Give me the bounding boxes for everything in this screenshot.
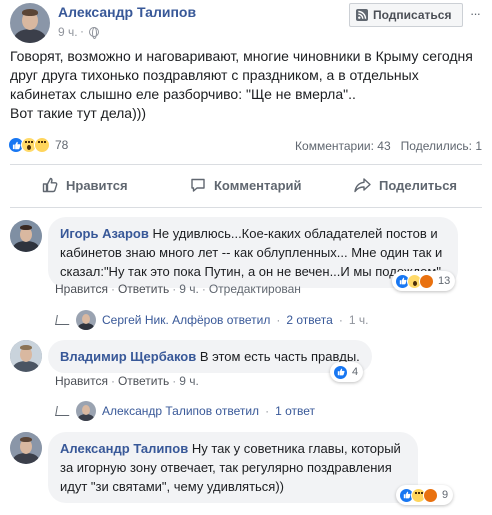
separator-dot: · [80, 24, 84, 38]
like-reaction-icon [333, 364, 348, 380]
post-stats: Комментарии: 43 Поделились: 1 [295, 139, 482, 153]
separator: · [172, 374, 177, 388]
comments-count[interactable]: Комментарии: 43 [295, 139, 391, 153]
comment-like-link[interactable]: Нравится [55, 282, 108, 296]
comment-icon [191, 178, 205, 192]
separator: · [110, 374, 115, 388]
commenter-avatar[interactable] [10, 220, 42, 252]
post-reaction-count: 78 [55, 138, 69, 152]
subscribe-label: Подписаться [373, 8, 452, 22]
post-author-name[interactable]: Александр Талипов [58, 4, 196, 20]
comment-reactions[interactable]: 4 [330, 362, 364, 382]
replies-author: Александр Талипов ответил [102, 404, 260, 418]
comment-bubble: Александр Талипов Ну так у советника гла… [48, 432, 418, 503]
comment-reply-link[interactable]: Ответить [118, 282, 169, 296]
view-replies-link[interactable]: Александр Талипов ответил · 1 ответ [55, 401, 315, 421]
post-timestamp[interactable]: 9 ч. [58, 25, 78, 39]
commenter-name[interactable]: Александр Талипов [60, 441, 188, 456]
separator: · [265, 404, 270, 418]
like-label: Нравится [66, 177, 128, 193]
divider [10, 207, 482, 208]
commenter-avatar[interactable] [10, 340, 42, 372]
comment-time[interactable]: 9 ч. [179, 282, 199, 296]
reply-arrow-icon [55, 315, 71, 325]
angry-reaction-icon [419, 273, 434, 289]
view-replies-link[interactable]: Сергей Ник. Алфёров ответил · 2 ответа ·… [55, 310, 369, 330]
comment-label: Комментарий [214, 177, 302, 193]
comment-button[interactable]: Комментарий [190, 177, 302, 193]
comment-edited[interactable]: Отредактирован [209, 282, 301, 296]
shares-count[interactable]: Поделились: 1 [401, 139, 482, 153]
commenter-name[interactable]: Владимир Щербаков [60, 349, 196, 364]
author-avatar[interactable] [10, 3, 50, 43]
more-options-icon[interactable]: ··· [470, 6, 481, 21]
comment-meta: Нравится · Ответить · 9 ч. · Отредактирован [55, 282, 301, 296]
comment-reaction-count: 4 [352, 366, 359, 378]
comment-time[interactable]: 9 ч. [179, 374, 199, 388]
replier-avatar [76, 401, 96, 421]
replier-avatar [76, 310, 96, 330]
post-text: Говорят, возможно и наговаривают, многие… [10, 48, 473, 121]
replies-time: 1 ч. [348, 313, 369, 327]
separator: · [110, 282, 115, 296]
comment-reactions[interactable]: 9 [396, 485, 454, 505]
replies-author: Сергей Ник. Алфёров ответил [102, 313, 271, 327]
thumbs-up-icon [42, 177, 58, 193]
angry-reaction-icon [423, 487, 438, 503]
share-icon [354, 178, 371, 193]
replies-count: 1 ответ [275, 404, 315, 418]
commenter-avatar[interactable] [10, 432, 42, 464]
divider [10, 164, 482, 165]
comment-bubble: Владимир Щербаков В этом есть часть прав… [48, 340, 372, 373]
haha-reaction-icon [34, 137, 50, 153]
commenter-name[interactable]: Игорь Азаров [60, 226, 149, 241]
comment-meta: Нравится · Ответить · 9 ч. [55, 374, 199, 388]
replies-count: 2 ответа [286, 313, 333, 327]
like-button[interactable]: Нравится [42, 177, 128, 193]
share-button[interactable]: Поделиться [354, 177, 457, 193]
subscribe-button[interactable]: Подписаться [349, 3, 463, 27]
comment-reaction-count: 9 [442, 489, 449, 501]
reply-arrow-icon [55, 406, 71, 416]
separator: · [276, 313, 281, 327]
comment-reactions[interactable]: 13 [392, 271, 456, 291]
separator: · [201, 282, 206, 296]
comment-reply-link[interactable]: Ответить [118, 374, 169, 388]
separator: · [172, 282, 177, 296]
comment-reaction-count: 13 [438, 275, 451, 287]
share-label: Поделиться [379, 177, 458, 193]
separator: · [338, 313, 343, 327]
comment-like-link[interactable]: Нравится [55, 374, 108, 388]
post-reactions-summary[interactable]: 78 [8, 137, 68, 153]
rss-icon [356, 9, 368, 21]
globe-icon [89, 26, 99, 39]
